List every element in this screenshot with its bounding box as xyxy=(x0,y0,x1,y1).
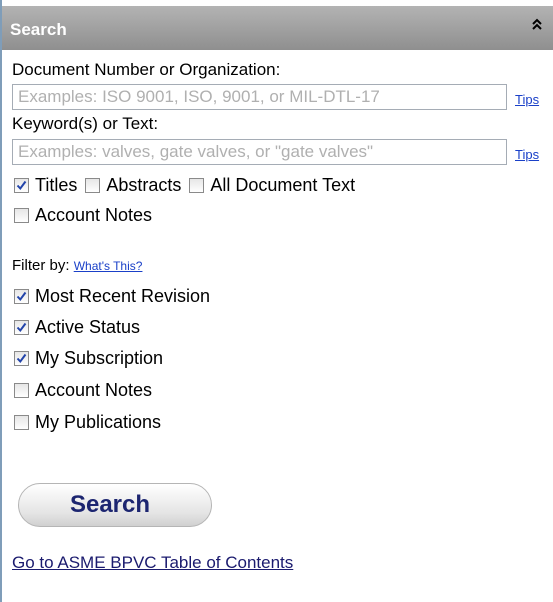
all-document-text-checkbox[interactable] xyxy=(189,177,205,193)
filter-option-row: Active Status xyxy=(14,315,148,339)
titles-checkbox[interactable] xyxy=(14,177,29,193)
abstracts-label: Abstracts xyxy=(106,174,182,195)
active-status-label: Active Status xyxy=(35,316,141,337)
filter-option-row: My Publications xyxy=(14,410,169,434)
panel-title: Search xyxy=(10,20,67,39)
account-notes-scope-row: Account Notes xyxy=(14,203,160,227)
active-status-checkbox[interactable] xyxy=(14,319,29,335)
scope-options-row: Titles Abstracts All Document Text xyxy=(14,173,363,197)
most-recent-revision-label: Most Recent Revision xyxy=(35,285,211,306)
my-subscription-checkbox[interactable] xyxy=(14,350,29,366)
doc-number-tips-link[interactable]: Tips xyxy=(515,92,539,107)
whats-this-link[interactable]: What's This? xyxy=(74,259,143,273)
keywords-tips-link[interactable]: Tips xyxy=(515,147,539,162)
double-chevron-up-icon[interactable] xyxy=(529,18,545,38)
filter-option-row: Account Notes xyxy=(14,378,160,402)
my-subscription-label: My Subscription xyxy=(35,347,164,368)
account-notes-filter-label: Account Notes xyxy=(35,379,153,400)
account-notes-scope-checkbox[interactable] xyxy=(14,207,29,223)
account-notes-filter-checkbox[interactable] xyxy=(14,382,29,398)
my-publications-label: My Publications xyxy=(35,411,162,432)
doc-number-input[interactable] xyxy=(12,84,507,110)
filter-by-label: Filter by: xyxy=(12,257,70,274)
account-notes-scope-label: Account Notes xyxy=(35,204,153,225)
keywords-label: Keyword(s) or Text: xyxy=(12,114,159,133)
doc-number-label: Document Number or Organization: xyxy=(12,60,281,79)
panel-header: Search xyxy=(2,6,553,50)
filter-option-row: My Subscription xyxy=(14,346,171,370)
my-publications-checkbox[interactable] xyxy=(14,414,29,430)
abstracts-checkbox[interactable] xyxy=(85,177,101,193)
titles-label: Titles xyxy=(35,174,78,195)
search-panel: Search Document Number or Organization: … xyxy=(0,0,553,602)
most-recent-revision-checkbox[interactable] xyxy=(14,288,29,304)
all-document-text-label: All Document Text xyxy=(210,174,356,195)
keywords-input[interactable] xyxy=(12,139,507,165)
asme-bpvc-toc-link[interactable]: Go to ASME BPVC Table of Contents xyxy=(12,553,293,573)
filter-by-line: Filter by: What's This? xyxy=(12,257,142,274)
search-button[interactable]: Search xyxy=(18,483,212,527)
filter-option-row: Most Recent Revision xyxy=(14,284,218,308)
